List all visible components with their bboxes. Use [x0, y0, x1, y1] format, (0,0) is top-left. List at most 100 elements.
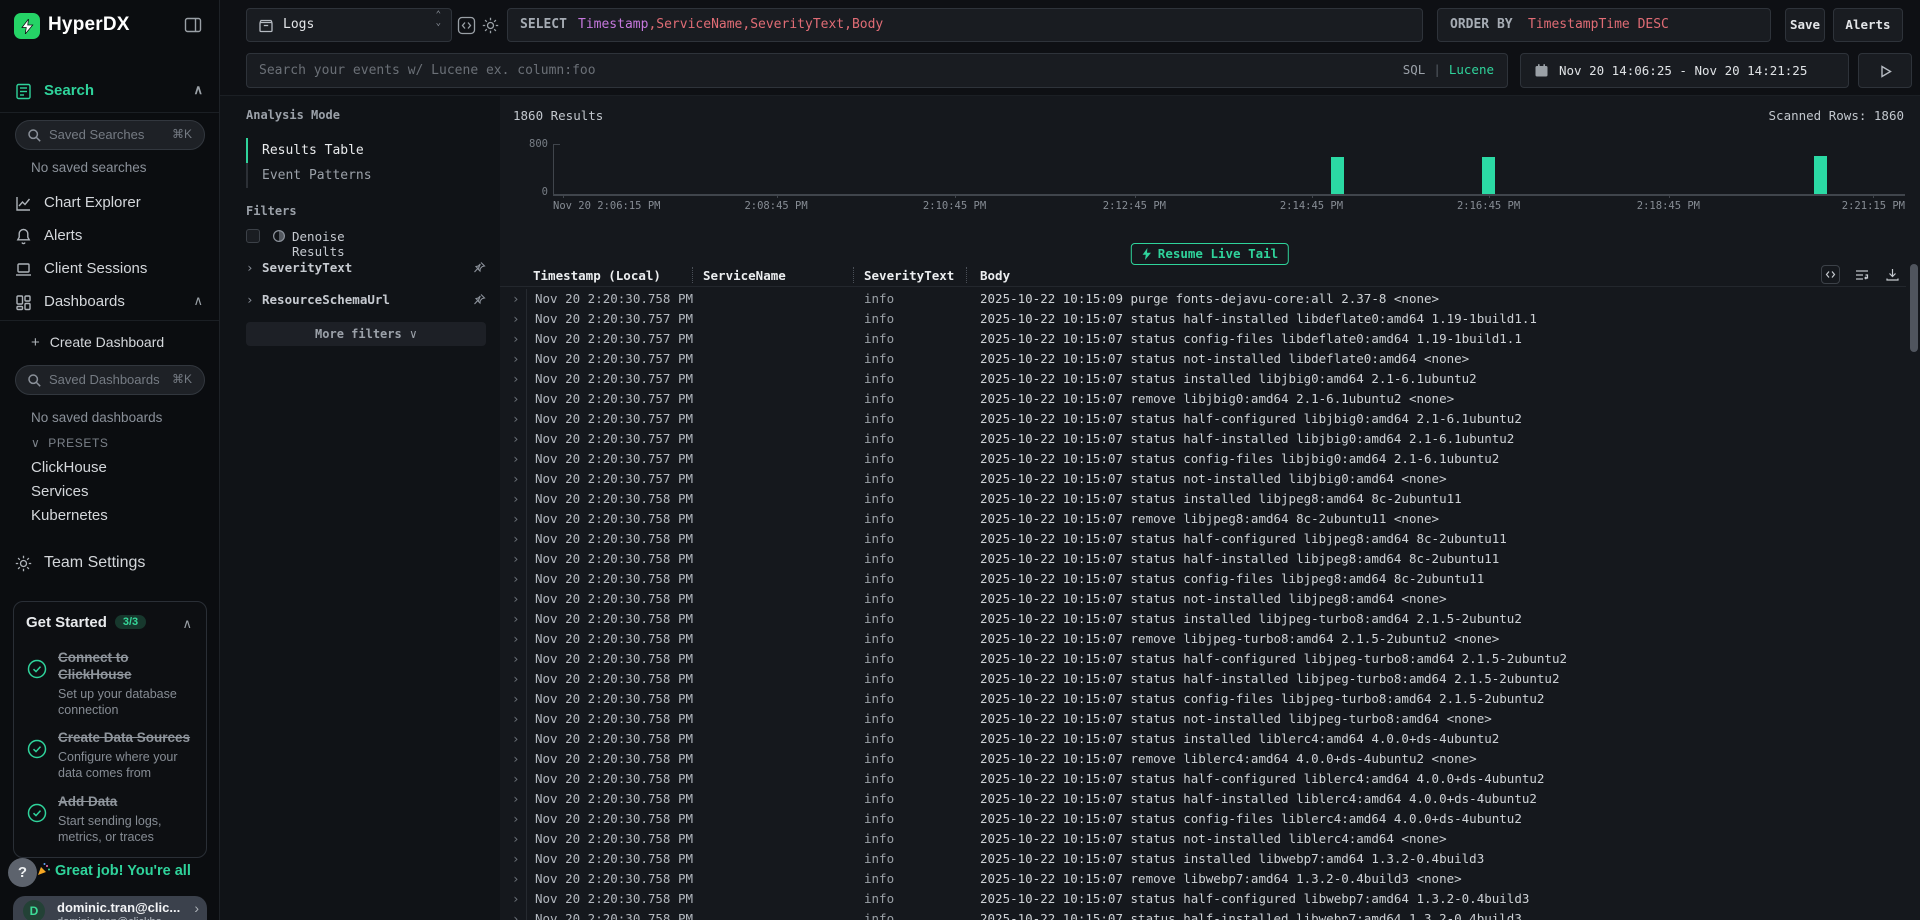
get-started-step-connect[interactable]: Connect to ClickHouse Set up your databa…: [26, 650, 194, 718]
row-expand-chevron[interactable]: ›: [512, 629, 520, 649]
table-row[interactable]: › Nov 20 2:20:30.757 PM info 2025-10-22 …: [500, 469, 1906, 489]
preset-clickhouse[interactable]: ClickHouse: [31, 459, 107, 476]
table-row[interactable]: › Nov 20 2:20:30.758 PM info 2025-10-22 …: [500, 649, 1906, 669]
sidebar-item-alerts[interactable]: Alerts: [0, 223, 219, 251]
column-header-severitytext[interactable]: SeverityText: [864, 268, 954, 283]
vertical-scrollbar[interactable]: [1910, 264, 1918, 352]
table-row[interactable]: › Nov 20 2:20:30.758 PM info 2025-10-22 …: [500, 789, 1906, 809]
sidebar-item-chart-explorer[interactable]: Chart Explorer: [0, 190, 219, 218]
table-row[interactable]: › Nov 20 2:20:30.757 PM info 2025-10-22 …: [500, 349, 1906, 369]
save-button[interactable]: Save: [1785, 8, 1825, 42]
pin-icon[interactable]: [473, 293, 486, 306]
table-row[interactable]: › Nov 20 2:20:30.758 PM info 2025-10-22 …: [500, 829, 1906, 849]
row-expand-chevron[interactable]: ›: [512, 809, 520, 829]
table-row[interactable]: › Nov 20 2:20:30.758 PM info 2025-10-22 …: [500, 869, 1906, 889]
table-row[interactable]: › Nov 20 2:20:30.758 PM info 2025-10-22 …: [500, 909, 1906, 920]
histogram-bar[interactable]: [1331, 157, 1344, 195]
table-row[interactable]: › Nov 20 2:20:30.758 PM info 2025-10-22 …: [500, 729, 1906, 749]
table-row[interactable]: › Nov 20 2:20:30.758 PM info 2025-10-22 …: [500, 689, 1906, 709]
row-expand-chevron[interactable]: ›: [512, 569, 520, 589]
get-started-step-sources[interactable]: Create Data Sources Configure where your…: [26, 730, 194, 781]
column-resize-handle[interactable]: [966, 267, 967, 283]
select-columns-input[interactable]: SELECT Timestamp,ServiceName,SeverityTex…: [507, 8, 1423, 42]
row-expand-chevron[interactable]: ›: [512, 649, 520, 669]
table-row[interactable]: › Nov 20 2:20:30.758 PM info 2025-10-22 …: [500, 509, 1906, 529]
histogram-bar[interactable]: [1482, 157, 1495, 195]
table-row[interactable]: › Nov 20 2:20:30.758 PM info 2025-10-22 …: [500, 589, 1906, 609]
row-expand-chevron[interactable]: ›: [512, 609, 520, 629]
query-settings-gear-icon[interactable]: [481, 16, 500, 35]
row-expand-chevron[interactable]: ›: [512, 789, 520, 809]
table-row[interactable]: › Nov 20 2:20:30.757 PM info 2025-10-22 …: [500, 329, 1906, 349]
date-range-picker[interactable]: Nov 20 14:06:25 - Nov 20 14:21:25: [1520, 53, 1849, 88]
table-row[interactable]: › Nov 20 2:20:30.758 PM info 2025-10-22 …: [500, 709, 1906, 729]
hyperdx-logo-icon[interactable]: [14, 13, 40, 39]
create-dashboard-button[interactable]: +Create Dashboard: [31, 334, 164, 351]
row-expand-chevron[interactable]: ›: [512, 889, 520, 909]
mode-results-table[interactable]: Results Table: [246, 138, 466, 163]
pin-icon[interactable]: [473, 261, 486, 274]
row-expand-chevron[interactable]: ›: [512, 749, 520, 769]
table-row[interactable]: › Nov 20 2:20:30.758 PM info 2025-10-22 …: [500, 889, 1906, 909]
table-row[interactable]: › Nov 20 2:20:30.757 PM info 2025-10-22 …: [500, 449, 1906, 469]
row-expand-chevron[interactable]: ›: [512, 329, 520, 349]
table-row[interactable]: › Nov 20 2:20:30.758 PM info 2025-10-22 …: [500, 489, 1906, 509]
row-expand-chevron[interactable]: ›: [512, 669, 520, 689]
column-header-body[interactable]: Body: [980, 268, 1010, 283]
language-toggle[interactable]: SQL|Lucene: [1403, 62, 1494, 77]
row-expand-chevron[interactable]: ›: [512, 689, 520, 709]
table-row[interactable]: › Nov 20 2:20:30.758 PM info 2025-10-22 …: [500, 669, 1906, 689]
search-input[interactable]: [246, 53, 1508, 88]
run-query-button[interactable]: [1858, 53, 1912, 88]
row-expand-chevron[interactable]: ›: [512, 769, 520, 789]
download-icon[interactable]: [1885, 267, 1900, 282]
row-expand-chevron[interactable]: ›: [512, 529, 520, 549]
row-expand-chevron[interactable]: ›: [512, 449, 520, 469]
filter-group-severitytext[interactable]: › SeverityText: [246, 260, 486, 278]
wrap-lines-icon[interactable]: [1854, 267, 1870, 282]
histogram-bar[interactable]: [1814, 156, 1827, 194]
table-row[interactable]: › Nov 20 2:20:30.758 PM info 2025-10-22 …: [500, 569, 1906, 589]
table-row[interactable]: › Nov 20 2:20:30.758 PM info 2025-10-22 …: [500, 629, 1906, 649]
row-expand-chevron[interactable]: ›: [512, 409, 520, 429]
row-expand-chevron[interactable]: ›: [512, 369, 520, 389]
results-histogram[interactable]: [553, 144, 1905, 196]
sidebar-item-search[interactable]: Search ∧: [0, 78, 219, 106]
row-expand-chevron[interactable]: ›: [512, 589, 520, 609]
column-header-servicename[interactable]: ServiceName: [703, 268, 786, 283]
table-row[interactable]: › Nov 20 2:20:30.758 PM info 2025-10-22 …: [500, 549, 1906, 569]
chevron-up-icon[interactable]: ∧: [182, 616, 192, 632]
row-expand-chevron[interactable]: ›: [512, 869, 520, 889]
table-row[interactable]: › Nov 20 2:20:30.758 PM info 2025-10-22 …: [500, 849, 1906, 869]
denoise-checkbox[interactable]: [246, 229, 260, 243]
sidebar-collapse-icon[interactable]: [183, 15, 205, 37]
get-started-header[interactable]: Get Started3/3 ∧: [26, 614, 194, 638]
alerts-button[interactable]: Alerts: [1833, 8, 1903, 42]
table-row[interactable]: › Nov 20 2:20:30.757 PM info 2025-10-22 …: [500, 309, 1906, 329]
column-resize-handle[interactable]: [692, 267, 693, 283]
table-row[interactable]: › Nov 20 2:20:30.758 PM info 2025-10-22 …: [500, 529, 1906, 549]
row-expand-chevron[interactable]: ›: [512, 469, 520, 489]
filter-group-resourceschemaurl[interactable]: › ResourceSchemaUrl: [246, 292, 486, 310]
sidebar-item-dashboards[interactable]: Dashboards ∧: [0, 289, 219, 317]
table-row[interactable]: › Nov 20 2:20:30.758 PM info 2025-10-22 …: [500, 809, 1906, 829]
table-row[interactable]: › Nov 20 2:20:30.758 PM info 2025-10-22 …: [500, 749, 1906, 769]
chevron-up-icon[interactable]: ∧: [193, 293, 203, 309]
row-expand-chevron[interactable]: ›: [512, 729, 520, 749]
row-expand-chevron[interactable]: ›: [512, 489, 520, 509]
row-expand-chevron[interactable]: ›: [512, 429, 520, 449]
resume-live-tail-button[interactable]: Resume Live Tail: [1131, 243, 1289, 265]
table-row[interactable]: › Nov 20 2:20:30.758 PM info 2025-10-22 …: [500, 609, 1906, 629]
row-expand-chevron[interactable]: ›: [512, 509, 520, 529]
presets-header[interactable]: ∨ PRESETS: [31, 436, 108, 450]
saved-searches-input[interactable]: Saved Searches ⌘K: [15, 120, 205, 150]
column-header-timestamp[interactable]: Timestamp (Local): [533, 268, 661, 283]
table-row[interactable]: › Nov 20 2:20:30.757 PM info 2025-10-22 …: [500, 429, 1906, 449]
row-expand-chevron[interactable]: ›: [512, 289, 520, 309]
row-expand-chevron[interactable]: ›: [512, 709, 520, 729]
table-row[interactable]: › Nov 20 2:20:30.758 PM info 2025-10-22 …: [500, 769, 1906, 789]
row-expand-chevron[interactable]: ›: [512, 829, 520, 849]
row-expand-chevron[interactable]: ›: [512, 849, 520, 869]
user-menu[interactable]: D dominic.tran@clic... dominic.tran@clic…: [13, 896, 207, 920]
preset-kubernetes[interactable]: Kubernetes: [31, 507, 108, 524]
